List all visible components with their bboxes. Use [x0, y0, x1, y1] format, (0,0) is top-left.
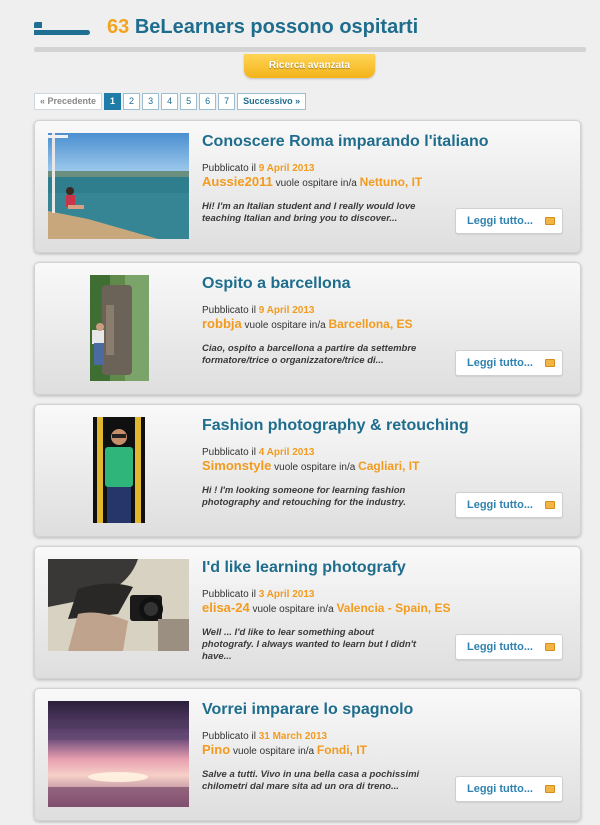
pagination-next[interactable]: Successivo » — [237, 93, 307, 110]
read-more-label: Leggi tutto... — [467, 499, 533, 511]
listing-date: 31 March 2013 — [258, 731, 328, 742]
page-header: 63 BeLearners possono ospitarti Ricerca … — [0, 0, 600, 78]
listing-photo[interactable] — [93, 417, 145, 523]
pagination-page-4[interactable]: 4 — [161, 93, 179, 110]
listing-place: Valencia - Spain, ES — [336, 601, 451, 615]
published-label: Pubblicato il — [202, 163, 256, 174]
listing-card: Vorrei imparare lo spagnolo Pubblicato i… — [34, 688, 581, 821]
read-more-button[interactable]: Leggi tutto... — [455, 492, 563, 518]
listing-published: Pubblicato il 4 April 2013 — [202, 447, 314, 458]
listing-place: Nettuno, IT — [359, 175, 423, 189]
listing-card: Fashion photography & retouching Pubblic… — [34, 404, 581, 537]
published-label: Pubblicato il — [202, 731, 256, 742]
image-icon — [545, 217, 555, 225]
listing-card: I'd like learning photografy Pubblicato … — [34, 546, 581, 679]
advanced-search-button[interactable]: Ricerca avanzata — [244, 54, 375, 78]
page-title: 63 BeLearners possono ospitarti — [107, 16, 418, 39]
pagination-page-7[interactable]: 7 — [218, 93, 236, 110]
listing-user[interactable]: robbja — [202, 316, 242, 331]
listing-date: 3 April 2013 — [258, 589, 315, 600]
listing-photo[interactable] — [90, 275, 149, 381]
listing-user-line: Pino vuole ospitare in/a Fondi, IT — [202, 742, 367, 757]
wants-host-label: vuole ospitare in/a — [232, 746, 315, 757]
read-more-button[interactable]: Leggi tutto... — [455, 350, 563, 376]
listing-title[interactable]: Fashion photography & retouching — [202, 417, 469, 435]
listing-place: Cagliari, IT — [358, 459, 420, 473]
listing-date: 9 April 2013 — [258, 305, 315, 316]
image-icon — [545, 501, 555, 509]
listing-description: Hi! I'm an Italian student and I really … — [202, 201, 416, 224]
listing-user-line: Simonstyle vuole ospitare in/a Cagliari,… — [202, 458, 419, 473]
read-more-label: Leggi tutto... — [467, 641, 533, 653]
image-icon — [545, 643, 555, 651]
pagination-page-5[interactable]: 5 — [180, 93, 198, 110]
listing-title[interactable]: Conoscere Roma imparando l'italiano — [202, 133, 489, 151]
pagination: « Precedente 1 2 3 4 5 6 7 Successivo » — [34, 93, 307, 110]
read-more-button[interactable]: Leggi tutto... — [455, 776, 563, 802]
listing-title[interactable]: I'd like learning photografy — [202, 559, 406, 577]
listing-user-line: robbja vuole ospitare in/a Barcellona, E… — [202, 316, 413, 331]
listing-user[interactable]: elisa-24 — [202, 600, 250, 615]
listing-photo[interactable] — [48, 701, 189, 807]
pagination-page-2[interactable]: 2 — [123, 93, 141, 110]
read-more-label: Leggi tutto... — [467, 215, 533, 227]
listing-published: Pubblicato il 9 April 2013 — [202, 305, 314, 316]
published-label: Pubblicato il — [202, 305, 256, 316]
listing-title[interactable]: Ospito a barcellona — [202, 275, 350, 293]
read-more-label: Leggi tutto... — [467, 783, 533, 795]
pagination-page-1[interactable]: 1 — [104, 93, 122, 110]
published-label: Pubblicato il — [202, 447, 256, 458]
read-more-button[interactable]: Leggi tutto... — [455, 208, 563, 234]
pagination-page-6[interactable]: 6 — [199, 93, 217, 110]
listing-published: Pubblicato il 31 March 2013 — [202, 731, 327, 742]
listing-description: Salve a tutti. Vivo in una bella casa a … — [202, 769, 420, 792]
listing-user-line: Aussie2011 vuole ospitare in/a Nettuno, … — [202, 174, 422, 189]
wants-host-label: vuole ospitare in/a — [274, 462, 356, 473]
image-icon — [545, 359, 555, 367]
listing-user[interactable]: Pino — [202, 742, 230, 757]
pagination-page-3[interactable]: 3 — [142, 93, 160, 110]
listing-place: Fondi, IT — [316, 743, 367, 757]
listing-description: Ciao, ospito a barcellona a partire da s… — [202, 343, 417, 366]
result-count: 63 — [107, 16, 130, 38]
logo-icon — [34, 22, 90, 36]
pagination-prev[interactable]: « Precedente — [34, 93, 103, 110]
listing-date: 4 April 2013 — [258, 447, 315, 458]
header-divider — [34, 47, 586, 52]
listing-card: Conoscere Roma imparando l'italiano Pubb… — [34, 120, 581, 253]
listing-place: Barcellona, ES — [328, 317, 413, 331]
listing-published: Pubblicato il 9 April 2013 — [202, 163, 314, 174]
listing-user[interactable]: Simonstyle — [202, 458, 271, 473]
listing-user[interactable]: Aussie2011 — [202, 174, 273, 189]
listing-photo[interactable] — [48, 559, 189, 651]
listing-published: Pubblicato il 3 April 2013 — [202, 589, 314, 600]
wants-host-label: vuole ospitare in/a — [252, 604, 334, 615]
listing-user-line: elisa-24 vuole ospitare in/a Valencia - … — [202, 600, 450, 615]
image-icon — [545, 785, 555, 793]
listing-title[interactable]: Vorrei imparare lo spagnolo — [202, 701, 413, 719]
listing-photo[interactable] — [48, 133, 189, 239]
read-more-button[interactable]: Leggi tutto... — [455, 634, 563, 660]
listing-description: Hi ! I'm looking someone for learning fa… — [202, 485, 406, 508]
wants-host-label: vuole ospitare in/a — [275, 178, 357, 189]
wants-host-label: vuole ospitare in/a — [244, 320, 326, 331]
read-more-label: Leggi tutto... — [467, 357, 533, 369]
listing-date: 9 April 2013 — [258, 163, 315, 174]
published-label: Pubblicato il — [202, 589, 256, 600]
listing-card: Ospito a barcellona Pubblicato il 9 Apri… — [34, 262, 581, 395]
listing-description: Well ... I'd like to lear something abou… — [202, 627, 417, 662]
page-title-text: BeLearners possono ospitarti — [134, 16, 419, 38]
